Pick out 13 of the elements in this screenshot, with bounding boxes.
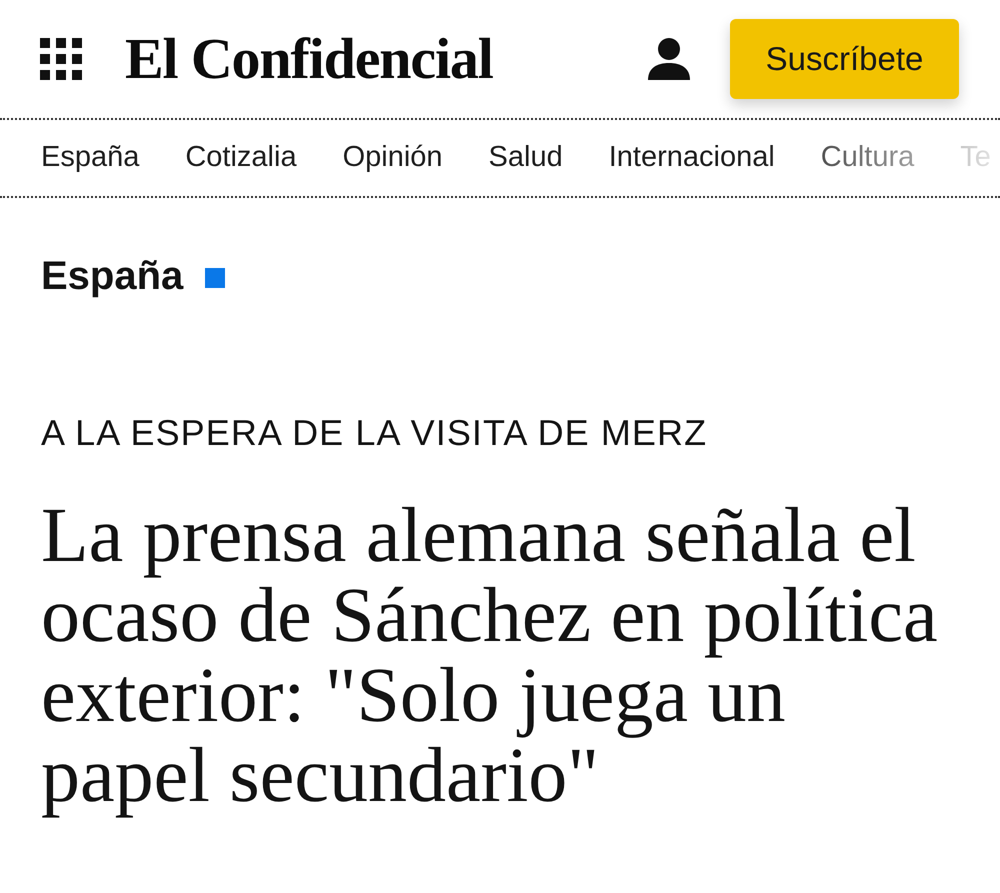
nav-link[interactable]: Cotizalia	[185, 136, 297, 180]
square-icon	[205, 268, 226, 288]
user-icon[interactable]	[648, 38, 690, 80]
nav-link[interactable]: Internacional	[608, 136, 775, 180]
site-logo[interactable]: El Confidencial	[125, 30, 493, 88]
menu-icon[interactable]	[40, 38, 82, 80]
nav-link[interactable]: Cultura	[820, 136, 914, 180]
section-title[interactable]: España	[41, 252, 184, 300]
nav-link[interactable]: Salud	[488, 136, 563, 180]
article-kicker: A LA ESPERA DE LA VISITA DE MERZ	[41, 412, 708, 454]
nav-link[interactable]: Opinión	[342, 136, 443, 180]
subscribe-button[interactable]: Suscríbete	[730, 19, 959, 99]
nav-link[interactable]: España	[41, 136, 140, 180]
